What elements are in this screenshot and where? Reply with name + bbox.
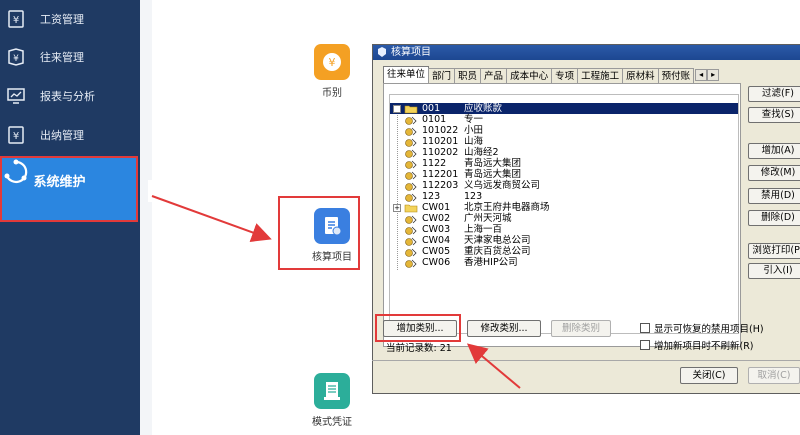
arrow-to-add-category: [466, 343, 521, 389]
annotation-arrows: [151, 195, 521, 389]
arrow-to-tile: [151, 195, 272, 242]
